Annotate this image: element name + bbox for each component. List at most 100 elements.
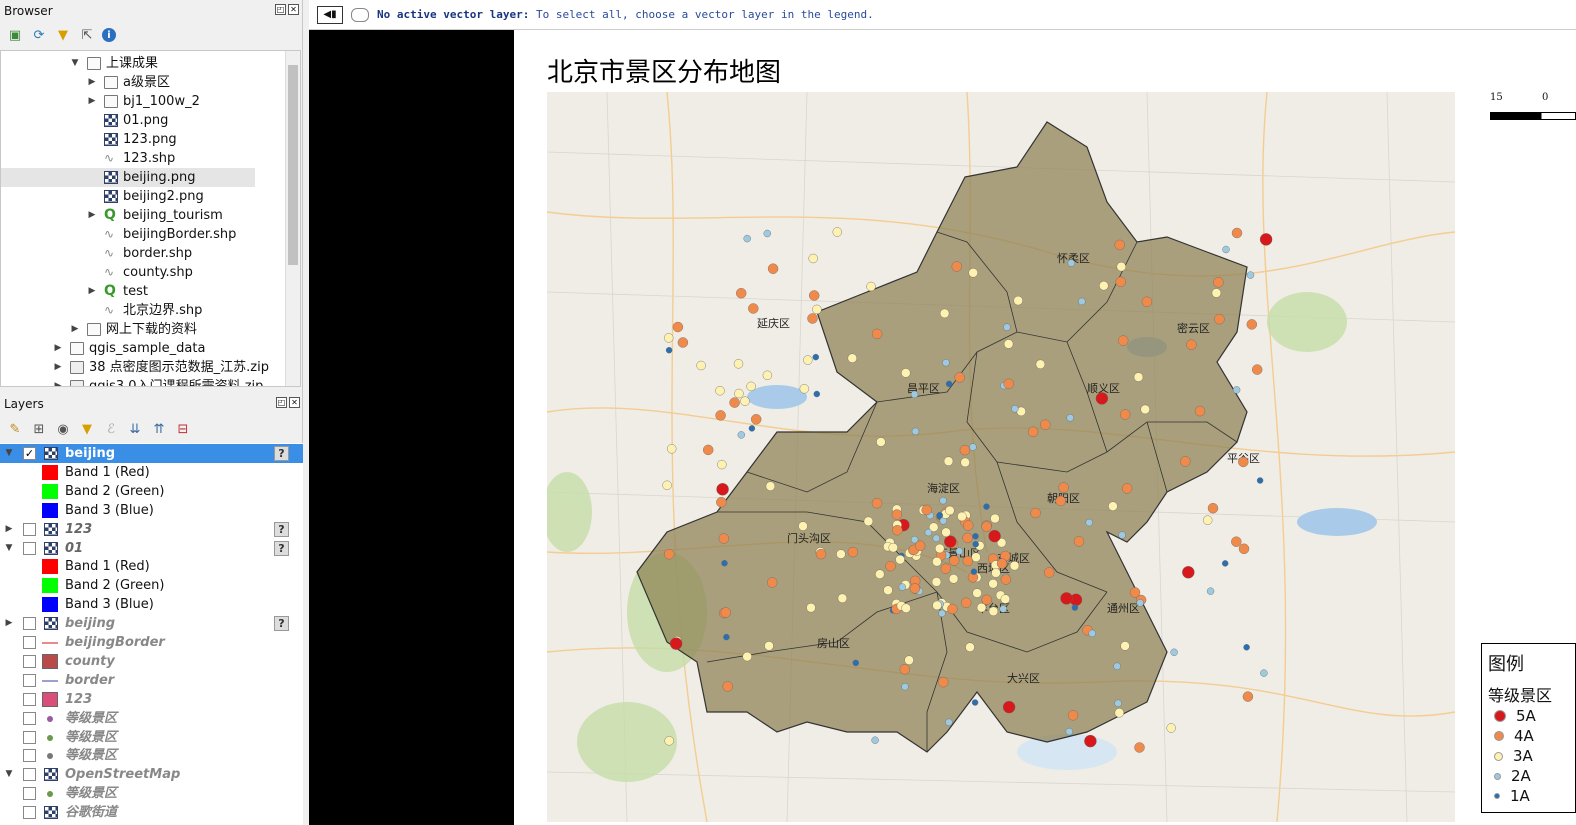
expanded-arrow-icon[interactable]: ▼ (4, 444, 14, 463)
collapsed-arrow-icon[interactable]: ▶ (4, 520, 14, 539)
expand-all-icon[interactable]: ⇊ (126, 420, 144, 438)
layer-visibility-checkbox[interactable] (23, 711, 36, 725)
browser-item[interactable]: ∿ beijingBorder.shp (1, 225, 255, 244)
filter-icon[interactable]: ▼ (54, 26, 72, 44)
visibility-eye-icon[interactable]: ◉ (54, 420, 72, 438)
expanded-arrow-icon[interactable]: ▼ (70, 54, 80, 73)
browser-scroll-thumb[interactable] (288, 65, 298, 265)
layer-item[interactable]: Band 3 (Blue) (0, 595, 303, 614)
scenic-point (1099, 280, 1109, 291)
layer-item[interactable]: county (0, 652, 303, 671)
layer-item[interactable]: ▼ ✓ beijing? (0, 444, 303, 463)
collapsed-arrow-icon[interactable]: ▶ (53, 339, 63, 358)
collapse-all-icon[interactable]: ⇱ (78, 26, 96, 44)
browser-item[interactable]: ∿ 北京边界.shp (1, 301, 255, 320)
layer-item[interactable]: 等级景区 (0, 709, 303, 728)
layer-visibility-checkbox[interactable] (23, 749, 36, 763)
layer-item[interactable]: ▼ OpenStreetMap (0, 765, 303, 784)
layer-item[interactable]: ▼ 01? (0, 539, 303, 558)
layer-visibility-checkbox[interactable] (23, 692, 36, 706)
collapsed-arrow-icon[interactable]: ▶ (87, 73, 97, 92)
remove-layer-icon[interactable]: ⊟ (174, 420, 192, 438)
browser-item[interactable]: 01.png (1, 111, 255, 130)
browser-item[interactable]: ▶ Qbeijing_tourism (1, 206, 255, 225)
close-panel-icon[interactable]: ✕ (288, 4, 299, 15)
browser-item[interactable]: beijing.png (1, 168, 255, 187)
add-selected-icon[interactable]: ▣ (6, 26, 24, 44)
layout-paper[interactable]: 北京市景区分布地图 延庆区 怀柔区 密云区 昌平区 顺义区 门头沟区 海淀区 房… (514, 30, 1576, 825)
browser-item[interactable]: ▶ a级景区 (1, 73, 255, 92)
browser-tree[interactable]: ▼ 上课成果 ▶ a级景区 ▶ bj1_100w_2 01.png 123.png ∿ 123.s… (0, 50, 301, 387)
browser-item[interactable]: ▼ 上课成果 (1, 54, 255, 73)
info-icon[interactable]: i (102, 28, 116, 42)
map-frame[interactable]: 延庆区怀柔区密云区平谷区昌平区顺义区门头沟区海淀区朝阳区石景山区丰台区房山区大兴… (547, 92, 1455, 822)
layer-item[interactable]: Band 1 (Red) (0, 557, 303, 576)
layer-visibility-checkbox[interactable] (23, 787, 36, 801)
browser-scrollbar[interactable] (285, 51, 300, 386)
layer-item[interactable]: 123 (0, 690, 303, 709)
browser-item[interactable]: ▶ 38 点密度图示范数据_江苏.zip (1, 358, 269, 377)
scenic-point (955, 547, 964, 555)
browser-item[interactable]: ▶ qgis_sample_data (1, 339, 255, 358)
collapsed-arrow-icon[interactable]: ▶ (70, 320, 80, 339)
float-panel-icon[interactable]: ◰ (276, 397, 287, 408)
layer-visibility-checkbox[interactable] (23, 730, 36, 744)
layer-item[interactable]: beijingBorder (0, 633, 303, 652)
layer-item[interactable]: 等级景区 (0, 746, 303, 765)
layer-item[interactable]: 等级景区 (0, 728, 303, 747)
layer-item[interactable]: ▶ beijing? (0, 614, 303, 633)
layer-visibility-checkbox[interactable] (23, 654, 36, 668)
scenic-point (663, 333, 674, 343)
qgis-project-icon: Q (104, 283, 116, 299)
browser-item[interactable]: 123.png (1, 130, 255, 149)
layer-visibility-checkbox[interactable] (23, 522, 36, 536)
layer-visibility-checkbox[interactable] (23, 806, 36, 820)
layer-visibility-checkbox[interactable] (23, 617, 36, 631)
layer-item[interactable]: Band 2 (Green) (0, 576, 303, 595)
layer-visibility-checkbox[interactable] (23, 541, 36, 555)
layer-item[interactable]: Band 3 (Blue) (0, 501, 303, 520)
scenic-point (665, 347, 673, 354)
layer-item[interactable]: 谷歌街道 (0, 803, 303, 822)
add-group-icon[interactable]: ⊞ (30, 420, 48, 438)
expression-filter-icon[interactable]: ℰ (102, 420, 120, 438)
layer-item[interactable]: ▶ 123? (0, 520, 303, 539)
refresh-icon[interactable]: ⟳ (30, 26, 48, 44)
help-icon[interactable]: ? (274, 521, 289, 537)
layer-item[interactable]: border (0, 671, 303, 690)
browser-item[interactable]: ▶ qgis3.0入门课程所需资料.zip (1, 377, 263, 386)
collapsed-arrow-icon[interactable]: ▶ (4, 614, 14, 633)
layer-visibility-checkbox[interactable] (23, 768, 36, 782)
help-icon[interactable]: ? (274, 616, 289, 632)
expanded-arrow-icon[interactable]: ▼ (4, 539, 14, 558)
layer-visibility-checkbox[interactable] (23, 673, 36, 687)
layer-item[interactable]: 等级景区 (0, 784, 303, 803)
layer-item[interactable]: Band 1 (Red) (0, 463, 303, 482)
layer-visibility-checkbox[interactable] (23, 636, 36, 649)
collapsed-arrow-icon[interactable]: ▶ (53, 377, 63, 386)
browser-item[interactable]: ▶ bj1_100w_2 (1, 92, 255, 111)
layer-visibility-checkbox[interactable]: ✓ (23, 447, 36, 460)
browser-item[interactable]: ∿ county.shp (1, 263, 255, 282)
collapsed-arrow-icon[interactable]: ▶ (53, 358, 63, 377)
collapse-all-icon[interactable]: ⇈ (150, 420, 168, 438)
expanded-arrow-icon[interactable]: ▼ (4, 765, 14, 784)
help-icon[interactable]: ? (274, 540, 289, 556)
close-panel-icon[interactable]: ✕ (289, 397, 300, 408)
browser-item[interactable]: ▶ 网上下载的资料 (1, 320, 255, 339)
collapsed-arrow-icon[interactable]: ▶ (87, 206, 97, 225)
filter-legend-icon[interactable]: ▼ (78, 420, 96, 438)
browser-item[interactable]: ▶ Qtest (1, 282, 255, 301)
browser-item[interactable]: beijing2.png (1, 187, 255, 206)
collapsed-arrow-icon[interactable]: ▶ (87, 282, 97, 301)
help-icon[interactable]: ? (274, 446, 289, 461)
layers-tree[interactable]: ▼ ✓ beijing? Band 1 (Red) Band 2 (Green) Band… (0, 443, 303, 825)
float-panel-icon[interactable]: ◰ (275, 4, 286, 15)
style-brush-icon[interactable]: ✎ (6, 420, 24, 438)
toggle-panel-button[interactable]: ◀▮ (317, 5, 343, 24)
collapsed-arrow-icon[interactable]: ▶ (87, 92, 97, 111)
browser-item[interactable]: ∿ border.shp (1, 244, 255, 263)
layer-item[interactable]: Band 2 (Green) (0, 482, 303, 501)
browser-item[interactable]: ∿ 123.shp (1, 149, 255, 168)
scenic-point (1207, 503, 1219, 514)
